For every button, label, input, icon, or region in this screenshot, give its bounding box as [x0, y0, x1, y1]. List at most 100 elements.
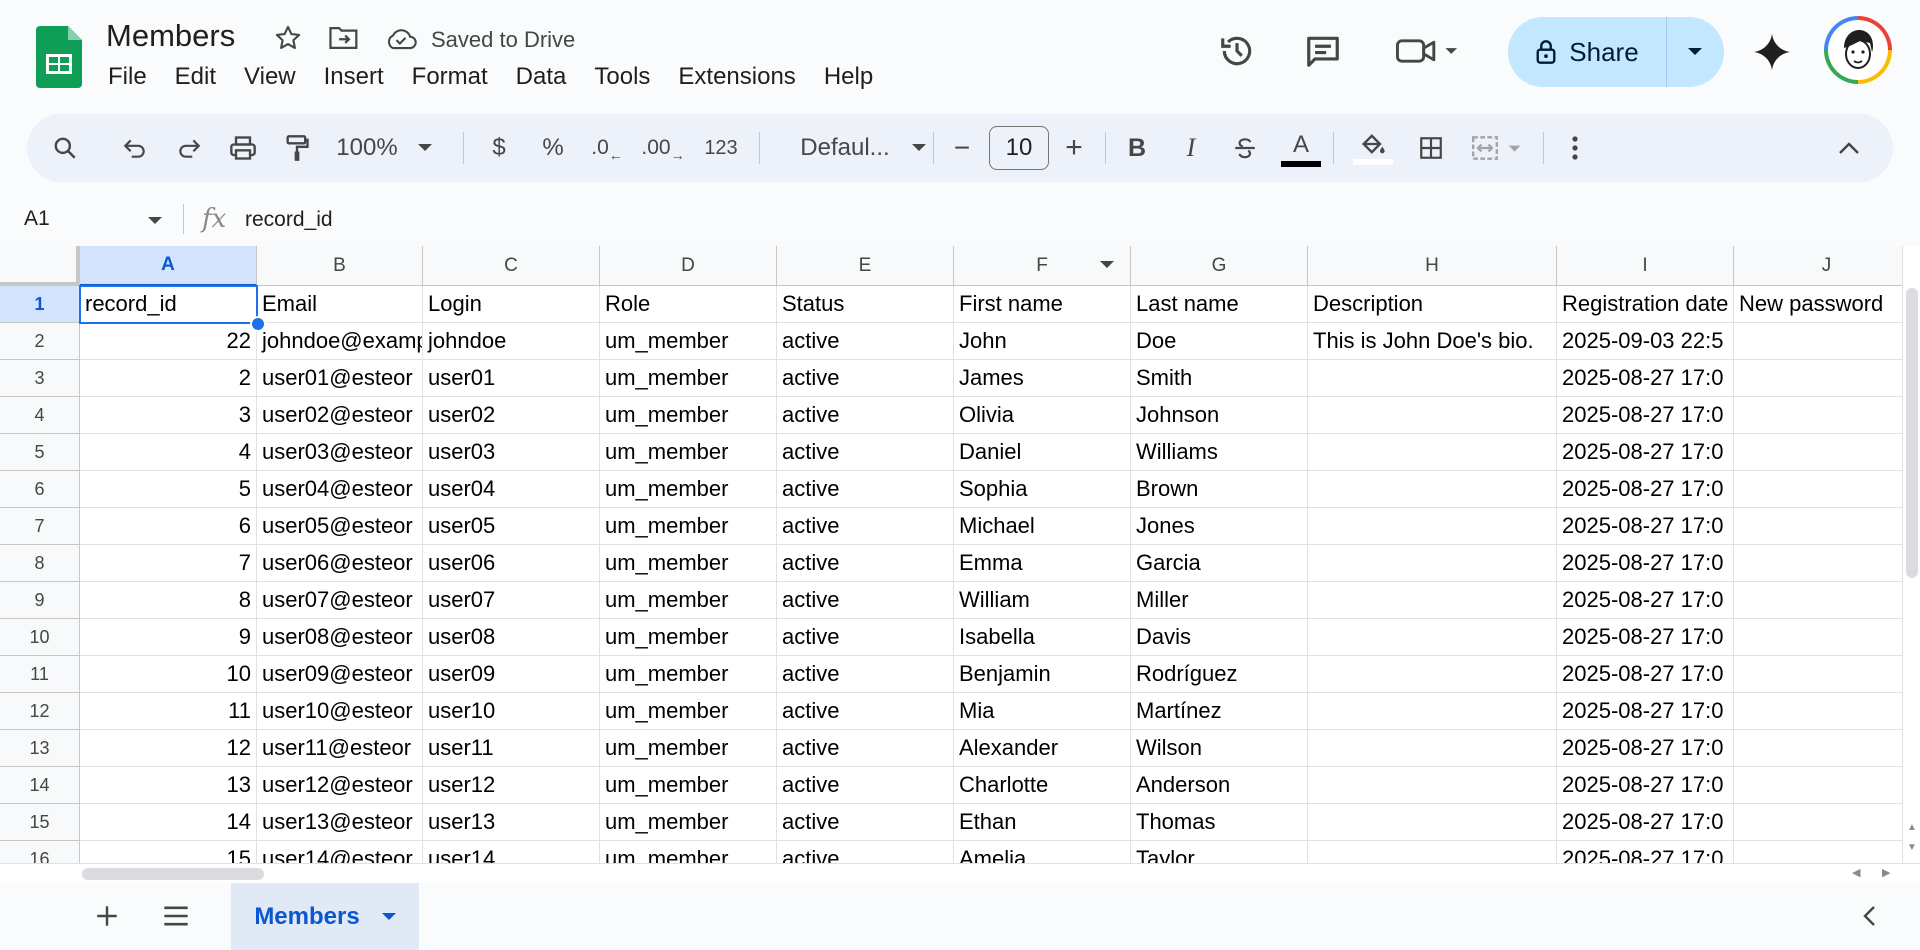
- table-cell[interactable]: um_member: [600, 767, 777, 804]
- table-cell[interactable]: [1308, 471, 1557, 508]
- row-header-5[interactable]: 5: [0, 434, 80, 471]
- table-cell[interactable]: um_member: [600, 730, 777, 767]
- row-header-4[interactable]: 4: [0, 397, 80, 434]
- table-cell[interactable]: 2025-08-27 17:0: [1557, 841, 1734, 863]
- share-main-button[interactable]: Share: [1508, 17, 1667, 87]
- table-cell[interactable]: um_member: [600, 397, 777, 434]
- add-sheet-icon[interactable]: [94, 903, 120, 934]
- row-header-6[interactable]: 6: [0, 471, 80, 508]
- table-cell[interactable]: Doe: [1131, 323, 1308, 360]
- table-cell[interactable]: 22: [80, 323, 257, 360]
- spreadsheet-grid[interactable]: A B C D E F G H I J 1 2 3 4 5 6 7 8 9 10 11 12 13 14 15 16 record_…: [0, 246, 1902, 863]
- table-cell[interactable]: Jones: [1131, 508, 1308, 545]
- table-cell[interactable]: [1734, 767, 1902, 804]
- header-cell[interactable]: New password: [1734, 286, 1902, 323]
- table-cell[interactable]: Miller: [1131, 582, 1308, 619]
- share-button[interactable]: Share: [1508, 17, 1724, 87]
- table-cell[interactable]: um_member: [600, 471, 777, 508]
- table-cell[interactable]: user02: [423, 397, 600, 434]
- column-header-h[interactable]: H: [1308, 246, 1557, 286]
- move-to-folder-icon[interactable]: [328, 24, 360, 56]
- table-cell[interactable]: 6: [80, 508, 257, 545]
- share-dropdown-icon[interactable]: [1666, 17, 1724, 87]
- table-cell[interactable]: [1734, 693, 1902, 730]
- table-cell[interactable]: active: [777, 397, 954, 434]
- table-cell[interactable]: user03@esteor: [257, 434, 423, 471]
- table-cell[interactable]: user05: [423, 508, 600, 545]
- row-header-16[interactable]: 16: [0, 841, 80, 863]
- increase-decimal-button[interactable]: .00 →: [641, 114, 685, 182]
- table-cell[interactable]: Anderson: [1131, 767, 1308, 804]
- table-cell[interactable]: Sophia: [954, 471, 1131, 508]
- table-cell[interactable]: 2025-08-27 17:0: [1557, 767, 1734, 804]
- menu-extensions[interactable]: Extensions: [678, 63, 795, 91]
- table-cell[interactable]: 2025-09-03 22:5: [1557, 323, 1734, 360]
- fill-handle[interactable]: [250, 316, 266, 332]
- comment-icon[interactable]: [1304, 33, 1342, 74]
- gemini-sparkle-icon[interactable]: [1752, 32, 1792, 77]
- scroll-right-icon[interactable]: ▶: [1882, 866, 1890, 879]
- table-cell[interactable]: 2025-08-27 17:0: [1557, 434, 1734, 471]
- table-cell[interactable]: [1308, 619, 1557, 656]
- table-cell[interactable]: um_member: [600, 545, 777, 582]
- scroll-left-icon[interactable]: ◀: [1852, 866, 1860, 879]
- table-cell[interactable]: active: [777, 619, 954, 656]
- table-cell[interactable]: user09: [423, 656, 600, 693]
- table-cell[interactable]: user06@esteor: [257, 545, 423, 582]
- table-cell[interactable]: [1308, 508, 1557, 545]
- table-cell[interactable]: Mia: [954, 693, 1131, 730]
- table-cell[interactable]: [1734, 323, 1902, 360]
- table-cell[interactable]: johndoe: [423, 323, 600, 360]
- menu-file[interactable]: File: [108, 63, 147, 91]
- fill-color-icon[interactable]: [1351, 114, 1395, 182]
- table-cell[interactable]: [1308, 767, 1557, 804]
- table-cell[interactable]: user04: [423, 471, 600, 508]
- menu-view[interactable]: View: [244, 63, 296, 91]
- table-cell[interactable]: user10@esteor: [257, 693, 423, 730]
- table-cell[interactable]: 2025-08-27 17:0: [1557, 693, 1734, 730]
- column-header-g[interactable]: G: [1131, 246, 1308, 286]
- table-cell[interactable]: [1734, 730, 1902, 767]
- table-cell[interactable]: johndoe@example.com: [257, 323, 423, 360]
- table-cell[interactable]: 2025-08-27 17:0: [1557, 804, 1734, 841]
- strikethrough-icon[interactable]: [1225, 114, 1265, 182]
- italic-button[interactable]: I: [1171, 114, 1211, 182]
- decrease-decimal-button[interactable]: .0 ←: [587, 114, 627, 182]
- table-cell[interactable]: user07@esteor: [257, 582, 423, 619]
- history-icon[interactable]: [1218, 32, 1256, 75]
- table-cell[interactable]: um_member: [600, 434, 777, 471]
- table-cell[interactable]: [1308, 434, 1557, 471]
- table-cell[interactable]: um_member: [600, 841, 777, 863]
- undo-icon[interactable]: [113, 114, 157, 182]
- table-cell[interactable]: um_member: [600, 582, 777, 619]
- vertical-scrollbar[interactable]: ▲ ▼: [1902, 246, 1920, 863]
- table-cell[interactable]: 11: [80, 693, 257, 730]
- table-cell[interactable]: Charlotte: [954, 767, 1131, 804]
- horizontal-scrollbar[interactable]: ◀ ▶: [0, 863, 1920, 884]
- column-header-b[interactable]: B: [257, 246, 423, 286]
- document-title[interactable]: Members: [106, 18, 235, 54]
- header-cell[interactable]: Email: [257, 286, 423, 323]
- column-header-j[interactable]: J: [1734, 246, 1902, 286]
- table-cell[interactable]: user04@esteor: [257, 471, 423, 508]
- table-cell[interactable]: user11: [423, 730, 600, 767]
- table-cell[interactable]: Garcia: [1131, 545, 1308, 582]
- search-menus-icon[interactable]: [43, 114, 87, 182]
- table-cell[interactable]: [1308, 360, 1557, 397]
- table-cell[interactable]: user05@esteor: [257, 508, 423, 545]
- table-cell[interactable]: um_member: [600, 804, 777, 841]
- table-cell[interactable]: active: [777, 693, 954, 730]
- header-cell[interactable]: Registration date: [1557, 286, 1734, 323]
- table-cell[interactable]: um_member: [600, 656, 777, 693]
- percent-format-button[interactable]: %: [533, 114, 573, 182]
- table-cell[interactable]: user06: [423, 545, 600, 582]
- table-cell[interactable]: Davis: [1131, 619, 1308, 656]
- table-cell[interactable]: um_member: [600, 360, 777, 397]
- table-cell[interactable]: John: [954, 323, 1131, 360]
- table-cell[interactable]: 2025-08-27 17:0: [1557, 730, 1734, 767]
- table-cell[interactable]: user03: [423, 434, 600, 471]
- table-cell[interactable]: 4: [80, 434, 257, 471]
- table-cell[interactable]: Williams: [1131, 434, 1308, 471]
- table-cell[interactable]: [1734, 545, 1902, 582]
- table-cell[interactable]: [1734, 582, 1902, 619]
